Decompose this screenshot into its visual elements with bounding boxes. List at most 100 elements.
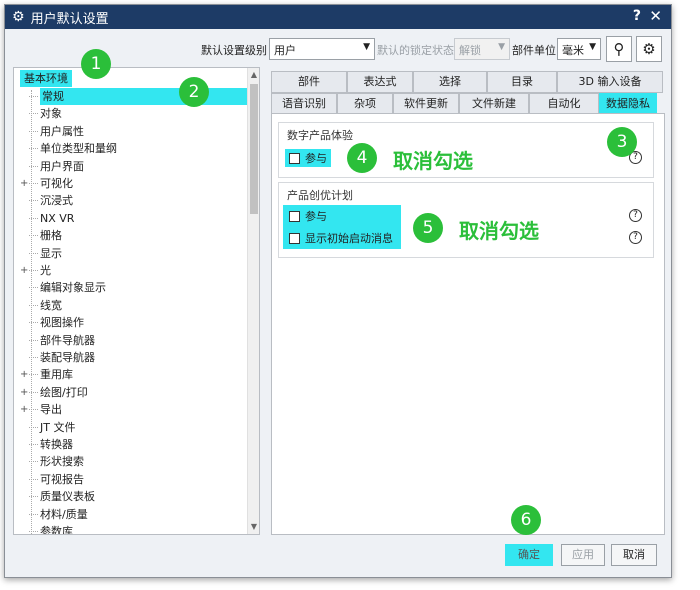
digital-participate-checkbox[interactable]: 参与 xyxy=(285,149,331,167)
tree-item[interactable]: 显示 xyxy=(14,245,254,262)
part-units-select[interactable]: 毫米 ▼ xyxy=(557,38,601,60)
tree-item-label: 显示 xyxy=(40,246,62,260)
help-circle-icon[interactable]: ? xyxy=(629,231,642,244)
tab[interactable]: 部件 xyxy=(271,71,347,93)
settings-gear-icon: ⚙ xyxy=(642,40,656,58)
tree-item[interactable]: 视图操作 xyxy=(14,314,254,331)
scroll-up-icon[interactable]: ▲ xyxy=(248,68,259,82)
tree-item[interactable]: 栅格 xyxy=(14,227,254,244)
tab[interactable]: 文件新建 xyxy=(459,93,529,115)
tree-item-label: 对象 xyxy=(40,107,62,121)
tab[interactable]: 目录 xyxy=(487,71,557,93)
defaults-level-select[interactable]: 用户 ▼ xyxy=(269,38,375,60)
settings-button[interactable]: ⚙ xyxy=(636,36,662,62)
innovation-participate-checkbox[interactable]: 参与 xyxy=(285,207,331,225)
tree-item[interactable]: 沉浸式 xyxy=(14,192,254,209)
tree-connector xyxy=(29,287,38,289)
tree-connector xyxy=(29,252,38,254)
tree-item[interactable]: 可视报告 xyxy=(14,471,254,488)
cancel-button[interactable]: 取消 xyxy=(611,544,657,566)
scroll-thumb[interactable] xyxy=(250,84,258,214)
data-privacy-content: 数字产品体验 参与 ? 产品创优计划 参与 显示初始启动消息 ? ? xyxy=(271,113,665,535)
apply-button[interactable]: 应用 xyxy=(561,544,605,566)
tab[interactable]: 自动化 xyxy=(529,93,599,115)
step-badge-6: 6 xyxy=(511,505,541,535)
chevron-down-icon: ▼ xyxy=(589,42,596,52)
help-button[interactable]: ? xyxy=(633,8,641,24)
expand-icon[interactable]: + xyxy=(20,384,28,401)
tree-connector xyxy=(29,200,38,202)
tree-item-label: 常规 xyxy=(40,88,250,105)
tree-item[interactable]: + 光 xyxy=(14,262,254,279)
expand-icon[interactable]: + xyxy=(20,175,28,192)
tree-item-label: 可视报告 xyxy=(40,472,84,486)
tree-connector xyxy=(29,270,38,271)
tree-item[interactable]: 转换器 xyxy=(14,436,254,453)
tree-root-basic-environment[interactable]: 基本环境 xyxy=(20,70,72,87)
tree-connector xyxy=(29,391,38,393)
ok-button[interactable]: 确定 xyxy=(505,544,553,566)
tab[interactable]: 表达式 xyxy=(347,71,413,93)
tab[interactable]: 杂项 xyxy=(337,93,393,115)
tree-item[interactable]: 参数库 xyxy=(14,523,254,534)
tree-connector xyxy=(29,235,38,237)
tree-item[interactable]: + 可视化 xyxy=(14,175,254,192)
tree-item[interactable]: 部件导航器 xyxy=(14,332,254,349)
tree-scrollbar[interactable]: ▲ ▼ xyxy=(247,68,259,534)
tab-data-privacy[interactable]: 数据隐私 xyxy=(599,93,657,115)
tree-item[interactable]: 常规 xyxy=(14,88,254,105)
lock-status-select[interactable]: 解锁 ▼ xyxy=(454,38,510,60)
tree-item[interactable]: JT 文件 xyxy=(14,419,254,436)
step-badge-5: 5 xyxy=(413,213,443,243)
tree-item-label: 材料/质量 xyxy=(40,507,88,521)
tree-item[interactable]: 单位类型和量纲 xyxy=(14,140,254,157)
tree-item[interactable]: + 绘图/打印 xyxy=(14,384,254,401)
tree-item[interactable]: 用户界面 xyxy=(14,158,254,175)
tree-item[interactable]: 质量仪表板 xyxy=(14,488,254,505)
tree-connector xyxy=(29,217,38,219)
tree-item-label: 用户界面 xyxy=(40,159,84,173)
tree-item[interactable]: 材料/质量 xyxy=(14,506,254,523)
step-badge-2: 2 xyxy=(179,77,209,107)
tree-item-label: 形状搜索 xyxy=(40,455,84,469)
scroll-down-icon[interactable]: ▼ xyxy=(248,520,259,534)
defaults-level-value: 用户 xyxy=(274,44,296,57)
tree-item-label: 质量仪表板 xyxy=(40,490,95,504)
tree-connector xyxy=(29,148,38,150)
tab[interactable]: 选择 xyxy=(413,71,487,93)
tree-item-label: JT 文件 xyxy=(40,420,76,434)
tab[interactable]: 软件更新 xyxy=(393,93,459,115)
search-defaults-button[interactable]: ⚲ xyxy=(606,36,632,62)
close-button[interactable]: ✕ xyxy=(649,7,662,25)
expand-icon[interactable]: + xyxy=(20,401,28,418)
group-title: 数字产品体验 xyxy=(287,129,353,142)
tree-item[interactable]: NX VR xyxy=(14,210,254,227)
tree-item[interactable]: + 导出 xyxy=(14,401,254,418)
expand-icon[interactable]: + xyxy=(20,366,28,383)
show-startup-message-checkbox[interactable]: 显示初始启动消息 xyxy=(285,229,397,247)
tree-item[interactable]: 用户属性 xyxy=(14,123,254,140)
tree-item[interactable]: 形状搜索 xyxy=(14,453,254,470)
checkbox-square xyxy=(289,152,300,164)
help-circle-icon[interactable]: ? xyxy=(629,209,642,222)
expand-icon[interactable]: + xyxy=(20,262,28,279)
dialog-title: 用户默认设置 xyxy=(30,11,109,27)
tree-item[interactable]: 对象 xyxy=(14,105,254,122)
tree-connector xyxy=(29,461,38,463)
tab[interactable]: 语音识别 xyxy=(271,93,337,115)
tree-connector xyxy=(29,130,38,132)
tree-connector xyxy=(29,496,38,498)
tree-connector xyxy=(29,478,38,480)
tree-item-label: 沉浸式 xyxy=(40,194,73,208)
checkbox-square xyxy=(289,210,300,222)
tree-connector xyxy=(29,183,38,184)
tree-connector xyxy=(29,339,38,341)
part-units-value: 毫米 xyxy=(562,44,584,57)
checkbox-label: 参与 xyxy=(305,210,327,223)
tree-item[interactable]: + 重用库 xyxy=(14,366,254,383)
tree-item[interactable]: 编辑对象显示 xyxy=(14,279,254,296)
tree-item[interactable]: 装配导航器 xyxy=(14,349,254,366)
tree-item-label: NX VR xyxy=(40,211,75,225)
tree-item[interactable]: 线宽 xyxy=(14,297,254,314)
tab[interactable]: 3D 输入设备 xyxy=(557,71,663,93)
